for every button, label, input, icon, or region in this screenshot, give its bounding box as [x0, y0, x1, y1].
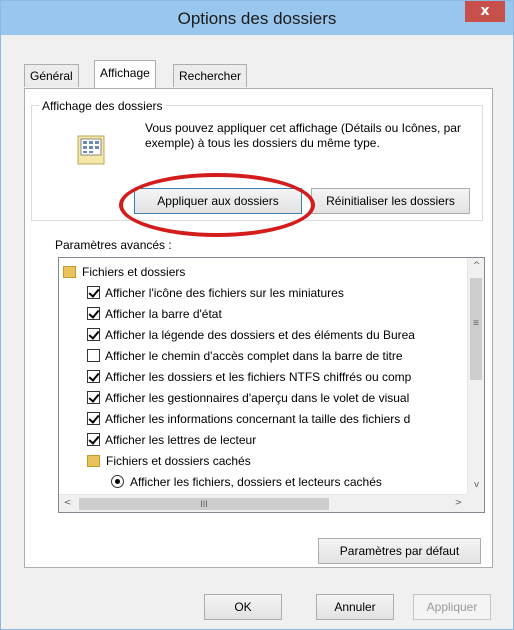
folder-icon — [63, 266, 76, 278]
tab-affichage[interactable]: Affichage — [94, 60, 156, 88]
folder-view-group-title: Affichage des dossiers — [39, 99, 166, 113]
apply-button[interactable]: Appliquer — [413, 594, 491, 620]
cancel-button[interactable]: Annuler — [316, 594, 394, 620]
list-item-label: Afficher la légende des dossiers et des … — [105, 328, 415, 342]
checkbox[interactable] — [87, 307, 100, 320]
list-item-label: Afficher les gestionnaires d'aperçu dans… — [105, 391, 410, 405]
apply-to-folders-button[interactable]: Appliquer aux dossiers — [134, 188, 302, 214]
checkbox[interactable] — [87, 391, 100, 404]
list-item-label: Afficher la barre d'état — [105, 307, 222, 321]
title-bar[interactable]: Options des dossiers x — [1, 1, 513, 35]
list-item-label: Afficher les informations concernant la … — [105, 412, 411, 426]
scroll-up-button[interactable]: ^ — [468, 258, 484, 275]
list-item-label: Afficher les dossiers et les fichiers NT… — [105, 370, 412, 384]
advanced-settings-list[interactable]: Fichiers et dossiers Afficher l'icône de… — [58, 257, 485, 513]
apply-label: Appliquer — [426, 600, 478, 614]
vertical-scrollbar[interactable]: ^ ≡ v — [467, 258, 484, 494]
chevron-down-icon: v — [473, 480, 480, 490]
vertical-scroll-thumb[interactable]: ≡ — [470, 278, 482, 380]
horizontal-scrollbar[interactable]: < III > — [59, 494, 467, 512]
list-item[interactable]: Afficher les dossiers et les fichiers NT… — [87, 367, 411, 388]
window-title: Options des dossiers — [177, 9, 337, 28]
checkbox[interactable] — [87, 328, 100, 341]
restore-defaults-button[interactable]: Paramètres par défaut — [318, 538, 481, 564]
list-item[interactable]: Afficher la légende des dossiers et des … — [87, 325, 415, 346]
cancel-label: Annuler — [334, 600, 376, 614]
folder-view-icon — [77, 135, 105, 165]
apply-to-folders-label: Appliquer aux dossiers — [157, 194, 279, 208]
list-item-label: Fichiers et dossiers cachés — [106, 454, 251, 468]
checkbox[interactable] — [87, 433, 100, 446]
list-item-label: Afficher l'icône des fichiers sur les mi… — [105, 286, 344, 300]
list-item-label: Afficher les lettres de lecteur — [105, 433, 257, 447]
horizontal-scroll-thumb[interactable]: III — [79, 498, 329, 510]
tab-general-label: Général — [30, 69, 73, 83]
tab-general[interactable]: Général — [24, 64, 79, 87]
list-item[interactable]: Fichiers et dossiers — [63, 262, 185, 283]
list-item-label: Afficher les fichiers, dossiers et lecte… — [130, 475, 382, 489]
folder-options-dialog: Options des dossiers x Général Affichage… — [0, 0, 514, 630]
list-item[interactable]: Afficher la barre d'état — [87, 304, 222, 325]
ok-label: OK — [234, 600, 252, 614]
list-item[interactable]: Afficher le chemin d'accès complet dans … — [87, 346, 403, 367]
list-item[interactable]: Fichiers et dossiers cachés — [87, 451, 251, 472]
folder-view-description: Vous pouvez appliquer cet affichage (Dét… — [145, 121, 461, 150]
grip-icon: III — [200, 499, 208, 509]
tab-rechercher-label: Rechercher — [179, 69, 242, 83]
chevron-left-icon: < — [63, 498, 72, 508]
checkbox[interactable] — [87, 412, 100, 425]
grip-icon: ≡ — [473, 318, 479, 329]
tab-rechercher[interactable]: Rechercher — [173, 64, 248, 87]
list-item-label: Afficher le chemin d'accès complet dans … — [105, 349, 403, 363]
list-item[interactable]: Afficher les informations concernant la … — [87, 409, 410, 430]
list-item-label: Fichiers et dossiers — [82, 265, 186, 279]
advanced-settings-label: Paramètres avancés : — [55, 238, 172, 252]
ok-button[interactable]: OK — [204, 594, 282, 620]
close-icon: x — [480, 3, 490, 19]
list-item[interactable]: Afficher les lettres de lecteur — [87, 430, 256, 451]
checkbox[interactable] — [87, 286, 100, 299]
list-item[interactable]: Afficher l'icône des fichiers sur les mi… — [87, 283, 344, 304]
checkbox[interactable] — [87, 370, 100, 383]
reset-folders-button[interactable]: Réinitialiser les dossiers — [311, 188, 470, 214]
scroll-corner — [466, 494, 484, 512]
tab-affichage-label: Affichage — [100, 66, 150, 80]
checkbox[interactable] — [87, 349, 100, 362]
folder-icon — [87, 455, 100, 467]
chevron-right-icon: > — [454, 498, 463, 508]
scroll-down-button[interactable]: v — [468, 477, 484, 494]
radio-button[interactable] — [111, 475, 124, 488]
reset-folders-label: Réinitialiser les dossiers — [326, 194, 455, 208]
list-item[interactable]: Afficher les gestionnaires d'aperçu dans… — [87, 388, 409, 409]
scroll-left-button[interactable]: < — [59, 495, 76, 512]
restore-defaults-label: Paramètres par défaut — [339, 544, 460, 558]
chevron-up-icon: ^ — [472, 261, 481, 271]
close-button[interactable]: x — [465, 1, 505, 22]
list-item[interactable]: Afficher les fichiers, dossiers et lecte… — [111, 472, 382, 493]
scroll-right-button[interactable]: > — [450, 495, 467, 512]
